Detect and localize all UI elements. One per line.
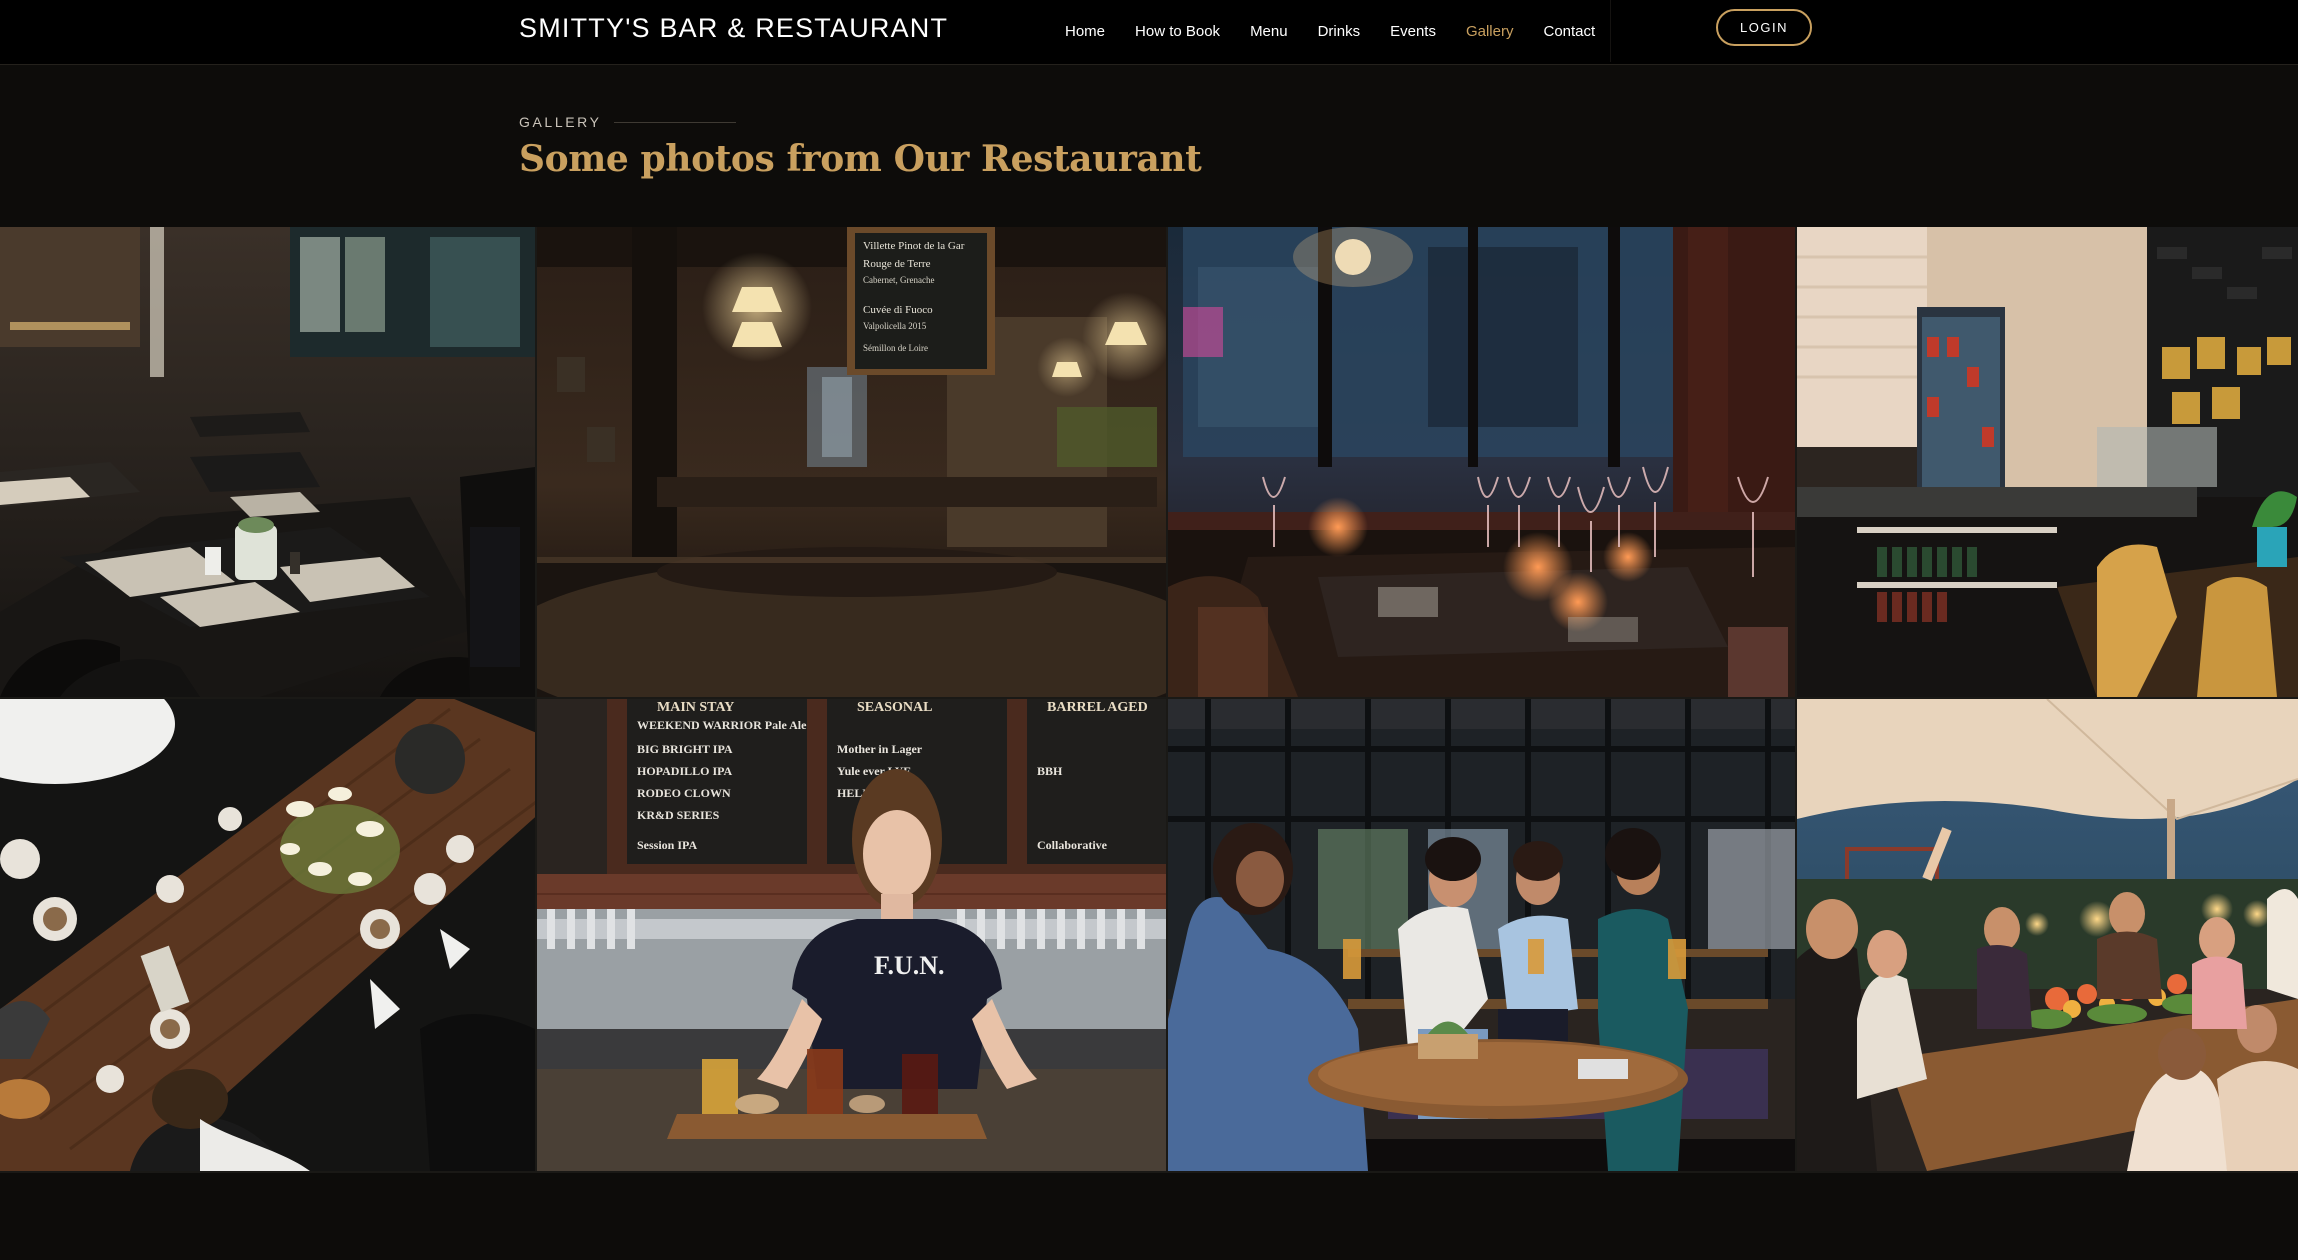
gallery-photo-dinner-party[interactable] (1797, 699, 2298, 1171)
photo-gallery-grid: Villette Pinot de la Gar Rouge de Terre … (0, 227, 2298, 1173)
beer-item-2: BIG BRIGHT IPA (637, 742, 733, 756)
bartender-beer-flight-photo: MAIN STAY SEASONAL BARREL AGED WEEKEND W… (537, 699, 1166, 1171)
nav-divider (1610, 0, 1611, 62)
gallery-photo-friends-patio[interactable] (1168, 699, 1795, 1171)
eyebrow-divider-line (613, 121, 736, 123)
board-header-barrel-aged: BARREL AGED (1047, 700, 1148, 715)
top-navbar: SMITTY'S BAR & RESTAURANT Home How to Bo… (0, 0, 2298, 65)
beer-item-7: Mother in Lager (837, 742, 923, 756)
nav-item-home[interactable]: Home (1050, 23, 1120, 40)
nav-item-how-to-book[interactable]: How to Book (1120, 23, 1235, 40)
nav-item-contact[interactable]: Contact (1528, 23, 1610, 40)
gallery-photo-bar-interior[interactable]: Villette Pinot de la Gar Rouge de Terre … (537, 227, 1166, 697)
gallery-photo-wine-glasses[interactable] (1168, 227, 1795, 697)
section-eyebrow-label: GALLERY (519, 114, 602, 130)
beer-item-10: BBH (1037, 764, 1063, 778)
chalkboard-line-3: Cabernet, Grenache (863, 275, 934, 285)
page-bottom-band (0, 1173, 2298, 1260)
chalkboard-line-1: Villette Pinot de la Gar (863, 240, 965, 252)
beer-item-3: HOPADILLO IPA (637, 764, 733, 778)
chalkboard-line-6: Sémillon de Loire (863, 343, 928, 353)
dining-room-tables-photo (0, 227, 535, 697)
chalkboard-line-2: Rouge de Terre (863, 258, 931, 270)
beer-item-5: KR&D SERIES (637, 808, 720, 822)
beer-item-11: Collaborative (1037, 838, 1108, 852)
section-title: Some photos from Our Restaurant (519, 138, 1202, 180)
gallery-photo-overhead-table[interactable] (0, 699, 535, 1171)
nav-item-menu[interactable]: Menu (1235, 23, 1303, 40)
board-header-seasonal: SEASONAL (857, 700, 932, 715)
chalkboard-line-4: Cuvée di Fuoco (863, 304, 933, 316)
gallery-photo-dining-room[interactable] (0, 227, 535, 697)
chalkboard-line-5: Valpolicella 2015 (863, 321, 927, 331)
beer-item-1: WEEKEND WARRIOR Pale Ale (637, 718, 807, 732)
cafe-counter-fridge-photo (1797, 227, 2298, 697)
gallery-photo-cafe-counter[interactable] (1797, 227, 2298, 697)
overhead-wooden-table-photo (0, 699, 535, 1171)
shirt-text: F.U.N. (874, 951, 945, 980)
friends-patio-photo (1168, 699, 1795, 1171)
outdoor-dinner-party-photo (1797, 699, 2298, 1171)
beer-item-4: RODEO CLOWN (637, 786, 731, 800)
beer-item-6: Session IPA (637, 838, 697, 852)
main-nav: Home How to Book Menu Drinks Events Gall… (1050, 0, 1610, 62)
bar-interior-chalkboard-photo: Villette Pinot de la Gar Rouge de Terre … (537, 227, 1166, 697)
login-button[interactable]: LOGIN (1716, 9, 1812, 46)
nav-item-events[interactable]: Events (1375, 23, 1451, 40)
nav-item-drinks[interactable]: Drinks (1303, 23, 1376, 40)
section-eyebrow: GALLERY (519, 114, 736, 130)
window-wine-glasses-photo (1168, 227, 1795, 697)
brand-logo-text[interactable]: SMITTY'S BAR & RESTAURANT (519, 10, 948, 46)
nav-item-gallery[interactable]: Gallery (1451, 23, 1529, 40)
gallery-photo-bartender[interactable]: MAIN STAY SEASONAL BARREL AGED WEEKEND W… (537, 699, 1166, 1171)
board-header-main-stay: MAIN STAY (657, 700, 734, 715)
